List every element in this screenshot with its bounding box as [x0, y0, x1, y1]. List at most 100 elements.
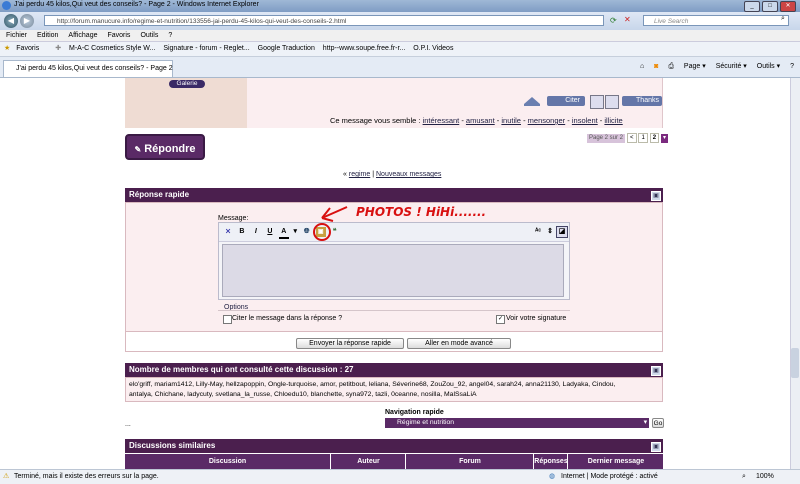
pagination-label: Page 2 sur 2 — [587, 134, 626, 143]
underline-icon[interactable]: U — [265, 227, 275, 237]
vote-inutile-link[interactable]: inutile — [501, 116, 521, 125]
col-forum[interactable]: Forum — [405, 454, 534, 469]
vote-amusant-link[interactable]: amusant — [466, 116, 495, 125]
col-discussion[interactable]: Discussion — [125, 454, 330, 469]
page-content: Galerie Citer Thanks Ce message vous sem… — [0, 78, 790, 469]
menu-help[interactable]: ? — [168, 32, 172, 39]
vertical-scrollbar[interactable] — [790, 78, 800, 469]
security-menu[interactable]: Sécurité ▾ — [716, 63, 747, 70]
message-textarea[interactable] — [222, 244, 564, 297]
members-header: Nombre de membres qui ont consulté cette… — [125, 363, 663, 377]
pagination-menu-icon[interactable]: ▾ — [661, 134, 669, 143]
address-input[interactable]: http://forum.manucure.info/regime-et-nut… — [44, 15, 604, 26]
menu-affichage[interactable]: Affichage — [68, 32, 97, 39]
col-replies[interactable]: Réponses — [533, 454, 568, 469]
gallery-button[interactable]: Galerie — [169, 80, 205, 88]
stop-icon[interactable]: ✕ — [624, 15, 631, 24]
reply-icon: ✎ — [134, 145, 142, 154]
home-icon[interactable]: ⌂ — [640, 63, 644, 70]
quick-quote-icon[interactable] — [605, 95, 619, 109]
multiquote-icon[interactable] — [590, 95, 604, 109]
menu-favoris[interactable]: Favoris — [107, 32, 130, 39]
back-button[interactable]: ◀ — [4, 14, 18, 28]
favorites-bar: ★ Favoris ✚ M-A-C Cosmetics Style W... Si… — [0, 42, 800, 57]
page-menu[interactable]: Page ▾ — [684, 63, 706, 70]
address-toolbar: ◀ ▶ http://forum.manucure.info/regime-et… — [0, 12, 800, 30]
switch-mode-icon[interactable]: ◪ — [556, 226, 568, 238]
menu-outils[interactable]: Outils — [140, 32, 158, 39]
add-favorite-icon[interactable]: ✚ — [55, 42, 61, 56]
advanced-mode-button[interactable]: Aller en mode avancé — [407, 338, 511, 349]
prev-thread-link[interactable]: regime — [349, 171, 370, 178]
favorite-link-5[interactable]: O.P.I. Videos — [413, 42, 453, 56]
zone-text: Internet | Mode protégé : activé — [561, 473, 658, 480]
quote-button-label: Citer — [565, 97, 580, 104]
collapse-icon[interactable]: ▣ — [651, 191, 661, 201]
signature-checkbox[interactable]: ✓ — [496, 315, 505, 324]
bold-icon[interactable]: B — [237, 227, 247, 237]
quicknav-go-button[interactable]: Go — [652, 418, 664, 428]
italic-icon[interactable]: I — [251, 227, 261, 237]
minimize-button[interactable]: _ — [744, 1, 760, 12]
favorite-link-1[interactable]: M-A-C Cosmetics Style W... — [69, 42, 155, 56]
color-dropdown-icon[interactable]: ▾ — [293, 227, 298, 237]
page-prev[interactable]: < — [626, 133, 637, 143]
report-icon[interactable] — [522, 96, 542, 106]
close-window-button[interactable]: ✕ — [780, 1, 796, 12]
page-2[interactable]: 2 — [649, 133, 660, 143]
nav-prefix: « — [343, 171, 347, 178]
menu-edition[interactable]: Edition — [37, 32, 58, 39]
warning-icon[interactable]: ⚠ — [3, 470, 9, 484]
internet-zone-icon: ◍ — [549, 473, 556, 480]
forward-button[interactable]: ▶ — [20, 14, 34, 28]
quicknav-select[interactable]: Régime et nutrition ▾ — [385, 418, 649, 428]
col-author[interactable]: Auteur — [330, 454, 406, 469]
members-line-1: elo'griff, mariam1412, Lilly-May, hellza… — [129, 381, 616, 388]
zoom-icon: ⌕ — [742, 473, 746, 480]
remove-format-icon[interactable]: ⨯ — [223, 227, 233, 237]
vote-label: Ce message vous semble : — [330, 116, 421, 125]
favorite-link-2[interactable]: Signature - forum - Reglet... — [163, 42, 249, 56]
members-title: Nombre de membres qui ont consulté cette… — [129, 365, 354, 374]
scrollbar-thumb[interactable] — [791, 348, 799, 378]
tools-menu[interactable]: Outils ▾ — [757, 63, 780, 70]
tab-current[interactable]: J'ai perdu 45 kilos,Qui veut des conseil… — [3, 60, 173, 77]
quote-checkbox[interactable] — [223, 315, 232, 324]
search-icon[interactable]: ⌕ — [781, 15, 785, 23]
search-input[interactable]: Live Search — [643, 15, 789, 26]
window-title-bar: J'ai perdu 45 kilos,Qui veut des conseil… — [0, 0, 800, 12]
submit-reply-button[interactable]: Envoyer la réponse rapide — [296, 338, 404, 349]
maximize-button[interactable]: □ — [762, 1, 778, 12]
text-color-icon[interactable]: A — [278, 227, 289, 239]
print-icon[interactable]: ⎙ — [668, 63, 674, 70]
message-label: Message: — [218, 215, 249, 222]
favorite-link-3[interactable]: Google Traduction — [258, 42, 315, 56]
zoom-level[interactable]: 100% — [756, 470, 774, 484]
annotation-text: PHOTOS ! HiHi....... — [356, 205, 487, 219]
similar-header: Discussions similaires — [125, 439, 663, 453]
feeds-icon[interactable]: ◙ — [654, 63, 658, 70]
quote-button[interactable]: Citer — [547, 96, 585, 106]
reply-button[interactable]: ✎ Répondre — [125, 134, 205, 160]
help-icon[interactable]: ? — [790, 63, 794, 70]
col-last-message[interactable]: Dernier message — [567, 454, 664, 469]
command-bar: ⌂ ◙ ⎙ Page ▾ Sécurité ▾ Outils ▾ ? — [632, 61, 794, 73]
refresh-icon[interactable]: ⟳ — [610, 16, 617, 25]
ie-logo-icon — [2, 1, 11, 10]
thanks-button-label: Thanks — [636, 97, 659, 104]
tab-bar: J'ai perdu 45 kilos,Qui veut des conseil… — [0, 57, 800, 78]
favorite-link-4[interactable]: http--www.soupe.free.fr-r... — [323, 42, 405, 56]
quote-checkbox-label: Citer le message dans la réponse ? — [232, 315, 343, 322]
vote-illicite-link[interactable]: illicite — [604, 116, 622, 125]
favorites-button[interactable]: Favoris — [16, 42, 39, 56]
menu-fichier[interactable]: Fichier — [6, 32, 27, 39]
vote-insolent-link[interactable]: insolent — [572, 116, 598, 125]
quick-reply-title: Réponse rapide — [129, 190, 190, 199]
thanks-button[interactable]: Thanks — [622, 96, 662, 106]
page-1[interactable]: 1 — [638, 133, 648, 143]
members-collapse-icon[interactable]: ▣ — [651, 366, 661, 376]
vote-interessant-link[interactable]: intéressant — [423, 116, 460, 125]
vote-mensonger-link[interactable]: mensonger — [528, 116, 566, 125]
similar-collapse-icon[interactable]: ▣ — [651, 442, 661, 452]
new-messages-link[interactable]: Nouveaux messages — [376, 171, 441, 178]
